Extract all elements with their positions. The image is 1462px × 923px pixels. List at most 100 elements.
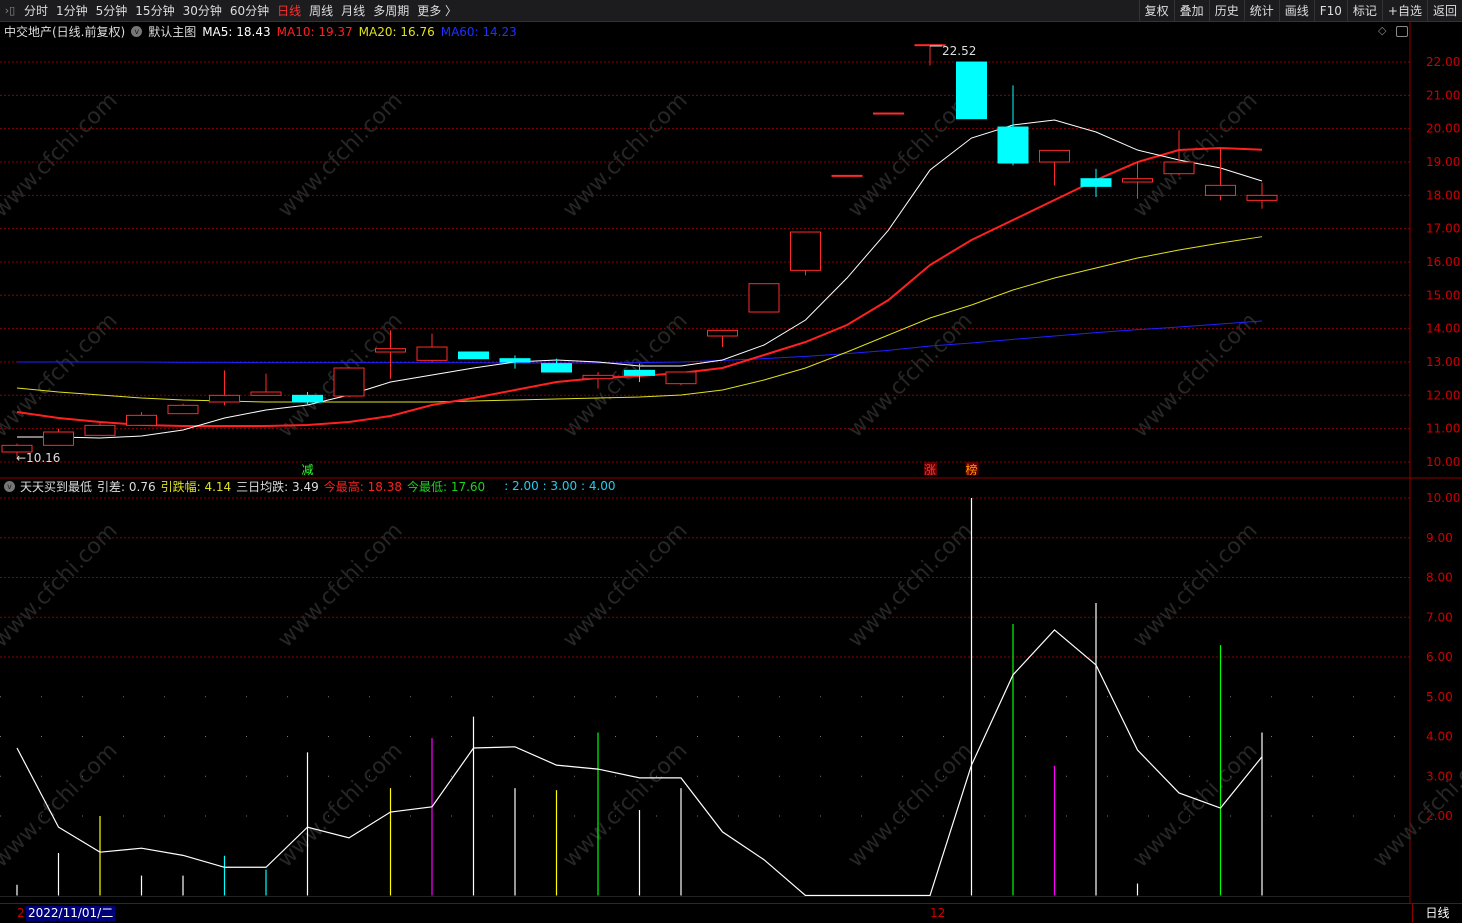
- candle-body: [1122, 178, 1153, 183]
- ma20-value: MA20: 16.76: [358, 24, 435, 39]
- period-tab[interactable]: 月线: [337, 0, 369, 22]
- candle-body: [1163, 161, 1195, 175]
- candle-body: [748, 283, 780, 313]
- period-tab[interactable]: 周线: [305, 0, 337, 22]
- srjd-value: 三日均跌: 3.49: [236, 479, 319, 494]
- toolbar-button[interactable]: +自选: [1381, 0, 1427, 22]
- ma5-line: [17, 119, 1263, 439]
- watermark: www.cfchi.com: [0, 738, 123, 872]
- indicator-tick: 7.00: [1426, 610, 1453, 624]
- min-price-label: ←10.16: [16, 451, 60, 465]
- candle-body: [458, 351, 489, 360]
- price-tick: 13.00: [1426, 355, 1460, 369]
- diamond-icon[interactable]: ◇: [1378, 24, 1386, 37]
- watermark: www.cfchi.com: [273, 518, 407, 652]
- period-tab[interactable]: 1分钟: [52, 0, 92, 22]
- period-tab[interactable]: 60分钟: [226, 0, 273, 22]
- candle-body: [84, 424, 116, 436]
- chart-canvas[interactable]: 22.00 21.00 20.00 19.00 18.00 17.00 16.00 15.00…: [0, 0, 1462, 922]
- signal-marker: 榜: [965, 462, 977, 477]
- main-chart-header: 中交地产(日线.前复权) v 默认主图 MA5: 18.43 MA10: 19.…: [4, 23, 517, 40]
- candle-body: [292, 394, 323, 403]
- ma10-value: MA10: 19.37: [276, 24, 353, 39]
- price-tick: 10.00: [1426, 455, 1460, 469]
- candle-body: [333, 367, 365, 397]
- toolbar-button[interactable]: 历史: [1208, 0, 1244, 22]
- period-tab[interactable]: 更多 〉: [413, 0, 461, 22]
- ma5-value: MA5: 18.43: [202, 24, 271, 39]
- template-selector[interactable]: 默认主图: [148, 23, 196, 40]
- indicator-tick: 4.00: [1426, 730, 1453, 744]
- candle-body: [375, 348, 406, 353]
- price-tick: 16.00: [1426, 255, 1460, 269]
- watermark: www.cfchi.com: [1128, 518, 1262, 652]
- cursor-date: 2022/11/01/二: [26, 906, 116, 921]
- toolbar: ›▯ 分时 1分钟 5分钟 15分钟 30分钟 60分钟 日线 周线 月线 多周期 更多 〉 复权叠…: [0, 0, 1462, 22]
- candle-body: [126, 414, 157, 426]
- period-tab[interactable]: 多周期: [369, 0, 413, 22]
- toolbar-button[interactable]: F10: [1313, 0, 1347, 22]
- year-mark: 2: [17, 906, 25, 920]
- watermark: www.cfchi.com: [0, 88, 123, 222]
- candle-body: [250, 391, 282, 396]
- price-tick: 17.00: [1426, 222, 1460, 236]
- signal-marker: 涨: [924, 462, 936, 477]
- period-tab[interactable]: 5分钟: [92, 0, 132, 22]
- candle-body: [1205, 184, 1236, 196]
- max-price-label: 22.52: [942, 44, 976, 58]
- price-tick: 21.00: [1426, 88, 1460, 102]
- candle-body: [831, 174, 863, 177]
- chevron-down-icon[interactable]: v: [131, 26, 143, 37]
- panel-toggle-icon[interactable]: [1396, 26, 1408, 37]
- price-tick: 12.00: [1426, 388, 1460, 402]
- watermark: www.cfchi.com: [0, 518, 123, 652]
- candle-body: [541, 363, 572, 373]
- levels-value: : 2.00 : 3.00 : 4.00: [504, 479, 616, 493]
- watermark: www.cfchi.com: [843, 738, 977, 872]
- toolbar-button[interactable]: 叠加: [1173, 0, 1209, 22]
- candle-body: [665, 371, 697, 385]
- toolbar-button[interactable]: 标记: [1346, 0, 1382, 22]
- time-axis: 2 2022/11/01/二 12 日线: [0, 903, 1462, 923]
- watermark: www.cfchi.com: [273, 88, 407, 222]
- period-tab[interactable]: 分时: [20, 0, 52, 22]
- period-tab[interactable]: 30分钟: [179, 0, 226, 22]
- month-mark: 12: [930, 906, 946, 920]
- price-tick: 14.00: [1426, 322, 1460, 336]
- candle-body: [873, 112, 904, 115]
- ma10-line: [16, 147, 1263, 428]
- chevron-down-icon[interactable]: v: [4, 480, 15, 492]
- price-tick: 15.00: [1426, 288, 1460, 302]
- watermark: www.cfchi.com: [558, 738, 692, 872]
- toolbar-button[interactable]: 返回: [1426, 0, 1462, 22]
- price-tick: 11.00: [1426, 422, 1460, 436]
- ma60-value: MA60: 14.23: [440, 24, 517, 39]
- price-tick: 19.00: [1426, 155, 1460, 169]
- toolbar-button[interactable]: 画线: [1278, 0, 1314, 22]
- watermark: www.cfchi.com: [1128, 88, 1262, 222]
- candle-body: [582, 374, 614, 380]
- candle-body: [956, 61, 987, 120]
- candle-body: [1039, 149, 1070, 163]
- period-tab[interactable]: 15分钟: [131, 0, 178, 22]
- collapse-icon[interactable]: ›▯: [0, 4, 20, 17]
- indicator-name[interactable]: 天天买到最低: [20, 478, 92, 495]
- price-tick: 20.00: [1426, 122, 1460, 136]
- candle-body: [416, 346, 448, 361]
- high-value: 今最高: 18.38: [323, 479, 402, 494]
- candle-body: [790, 231, 821, 271]
- period-label[interactable]: 日线: [1412, 904, 1462, 923]
- candle-body: [624, 369, 655, 376]
- low-value: 今最低: 17.60: [406, 479, 486, 494]
- watermark: www.cfchi.com: [1128, 738, 1262, 872]
- indicator-tick: 10.00: [1426, 491, 1460, 505]
- candle-body: [1080, 178, 1112, 187]
- toolbar-button[interactable]: 统计: [1243, 0, 1279, 22]
- ydf-value: 引跌幅: 4.14: [160, 479, 232, 494]
- stock-name: 中交地产(日线.前复权): [4, 25, 126, 39]
- toolbar-button[interactable]: 复权: [1138, 0, 1174, 22]
- period-tab[interactable]: 日线: [273, 0, 305, 22]
- yc-value: 引差: 0.76: [97, 479, 156, 494]
- indicator-tick: 5.00: [1426, 690, 1453, 704]
- candle-body: [1246, 194, 1278, 201]
